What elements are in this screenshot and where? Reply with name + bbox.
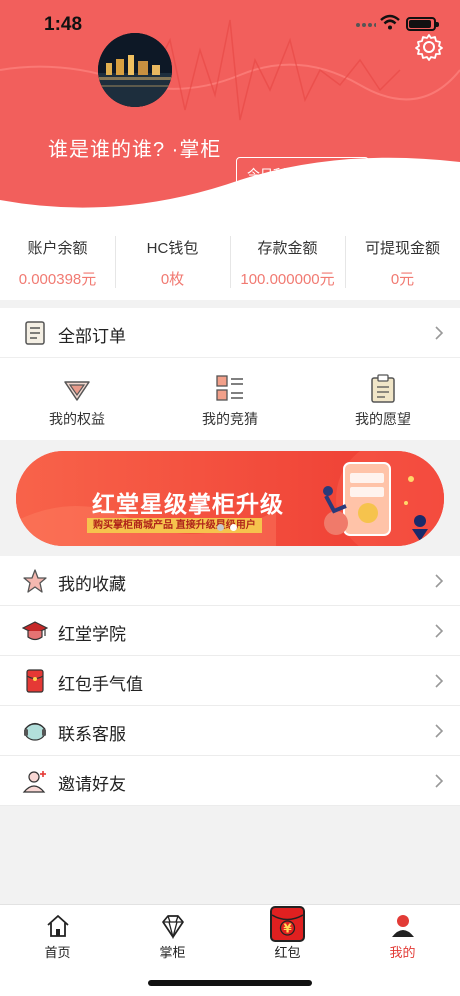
add-user-icon <box>22 771 46 793</box>
avatar-photo-icon <box>98 33 172 107</box>
all-orders-row[interactable]: 全部订单 <box>0 308 460 358</box>
menu-list: 我的收藏 红堂学院 红包手气值 联系客服 邀请好友 <box>0 556 460 806</box>
quick-link-wish[interactable]: 我的愿望 <box>328 358 438 429</box>
stat-title: HC钱包 <box>146 240 199 257</box>
chevron-right-icon <box>435 674 444 688</box>
tab-label: 首页 <box>44 945 71 960</box>
quick-link-guess[interactable]: 我的竞猜 <box>175 358 285 429</box>
clipboard-icon <box>371 374 395 403</box>
daily-rate-value: 0.89776% <box>247 185 315 202</box>
status-bar: 1:48 <box>0 0 460 48</box>
menu-row-label: 邀请好友 <box>58 775 126 794</box>
menu-row-invite-friends[interactable]: 邀请好友 <box>0 756 460 806</box>
svg-text:¥: ¥ <box>283 922 292 936</box>
tab-label: 掌柜 <box>159 945 186 960</box>
red-envelope-icon <box>26 669 44 693</box>
stat-withdrawable[interactable]: 可提现金额 0元 <box>345 232 460 300</box>
daily-rate-box[interactable]: 今日利率 0.89776% <box>236 157 369 203</box>
tab-label: 我的 <box>389 945 416 960</box>
order-list-icon <box>25 321 45 345</box>
menu-row-label: 红堂学院 <box>58 625 126 644</box>
stat-value: 0.000398元 <box>18 271 97 288</box>
status-time: 1:48 <box>44 14 83 35</box>
tab-shopkeeper[interactable]: 掌柜 <box>115 905 230 961</box>
user-icon <box>391 915 414 937</box>
quick-link-label: 我的权益 <box>49 411 105 427</box>
headset-icon <box>24 722 46 741</box>
wifi-icon <box>380 14 400 30</box>
account-stats: 账户余额 0.000398元 HC钱包 0枚 存款金额 100.000000元 … <box>0 232 460 300</box>
chevron-right-icon <box>435 326 444 340</box>
menu-row-label: 我的收藏 <box>58 575 126 594</box>
daily-rate-label: 今日利率 <box>247 167 300 182</box>
red-packet-icon[interactable]: ¥ <box>270 906 305 942</box>
menu-row-favorites[interactable]: 我的收藏 <box>0 556 460 606</box>
stat-deposit-amount[interactable]: 存款金额 100.000000元 <box>230 232 345 300</box>
tab-mine[interactable]: 我的 <box>345 905 460 961</box>
tab-home[interactable]: 首页 <box>0 905 115 961</box>
chevron-right-icon <box>435 574 444 588</box>
all-orders-label: 全部订单 <box>58 327 126 346</box>
chevron-right-icon <box>435 774 444 788</box>
chevron-right-icon <box>435 624 444 638</box>
menu-row-label: 联系客服 <box>58 725 126 744</box>
menu-row-customer-service[interactable]: 联系客服 <box>0 706 460 756</box>
home-indicator <box>148 980 312 986</box>
menu-row-academy[interactable]: 红堂学院 <box>0 606 460 656</box>
carousel-dot[interactable] <box>217 524 224 531</box>
carousel-dot-active[interactable] <box>230 524 237 531</box>
star-icon <box>23 569 47 593</box>
yuan-icon: ¥ <box>271 914 304 936</box>
grid-list-icon <box>216 375 243 401</box>
stat-account-balance[interactable]: 账户余额 0.000398元 <box>0 232 115 300</box>
stat-value: 100.000000元 <box>240 271 335 288</box>
settings-gear-icon[interactable] <box>414 32 444 62</box>
avatar[interactable] <box>98 33 172 107</box>
stat-title: 可提现金额 <box>364 240 440 257</box>
menu-row-red-envelope-luck[interactable]: 红包手气值 <box>0 656 460 706</box>
quick-link-label: 我的竞猜 <box>202 411 258 427</box>
home-icon <box>46 915 69 937</box>
chevron-right-icon <box>435 724 444 738</box>
banner-title: 红堂星级掌柜升级 <box>92 491 284 517</box>
stat-title: 账户余额 <box>27 240 88 257</box>
stat-title: 存款金额 <box>257 240 318 257</box>
trend-up-icon <box>311 165 327 177</box>
promo-banner[interactable]: 红堂星级掌柜升级 购买掌柜商城产品 直接升级星级用户 <box>16 451 444 546</box>
quick-link-label: 我的愿望 <box>355 411 411 427</box>
battery-icon <box>406 17 439 31</box>
quick-links: 我的权益 我的竞猜 我的愿望 <box>0 358 460 440</box>
diamond-icon <box>161 915 184 939</box>
username: 谁是谁的谁? ·掌柜 <box>48 139 222 161</box>
quick-link-rights[interactable]: 我的权益 <box>22 358 132 429</box>
diamond-badge-icon <box>64 381 90 401</box>
tab-label: 红包 <box>274 945 301 960</box>
profile-header: 1:48 谁是谁的谁? ·掌柜 今日利率 0.89776% <box>0 0 460 232</box>
menu-row-label: 红包手气值 <box>58 675 143 694</box>
signal-icon <box>356 23 376 27</box>
carousel-dots <box>217 524 237 531</box>
stat-hc-wallet[interactable]: HC钱包 0枚 <box>115 232 230 300</box>
stat-value: 0元 <box>390 271 415 288</box>
graduation-cap-icon <box>22 621 48 641</box>
banner-carousel: 红堂星级掌柜升级 购买掌柜商城产品 直接升级星级用户 <box>0 440 460 556</box>
stat-value: 0枚 <box>160 271 185 288</box>
